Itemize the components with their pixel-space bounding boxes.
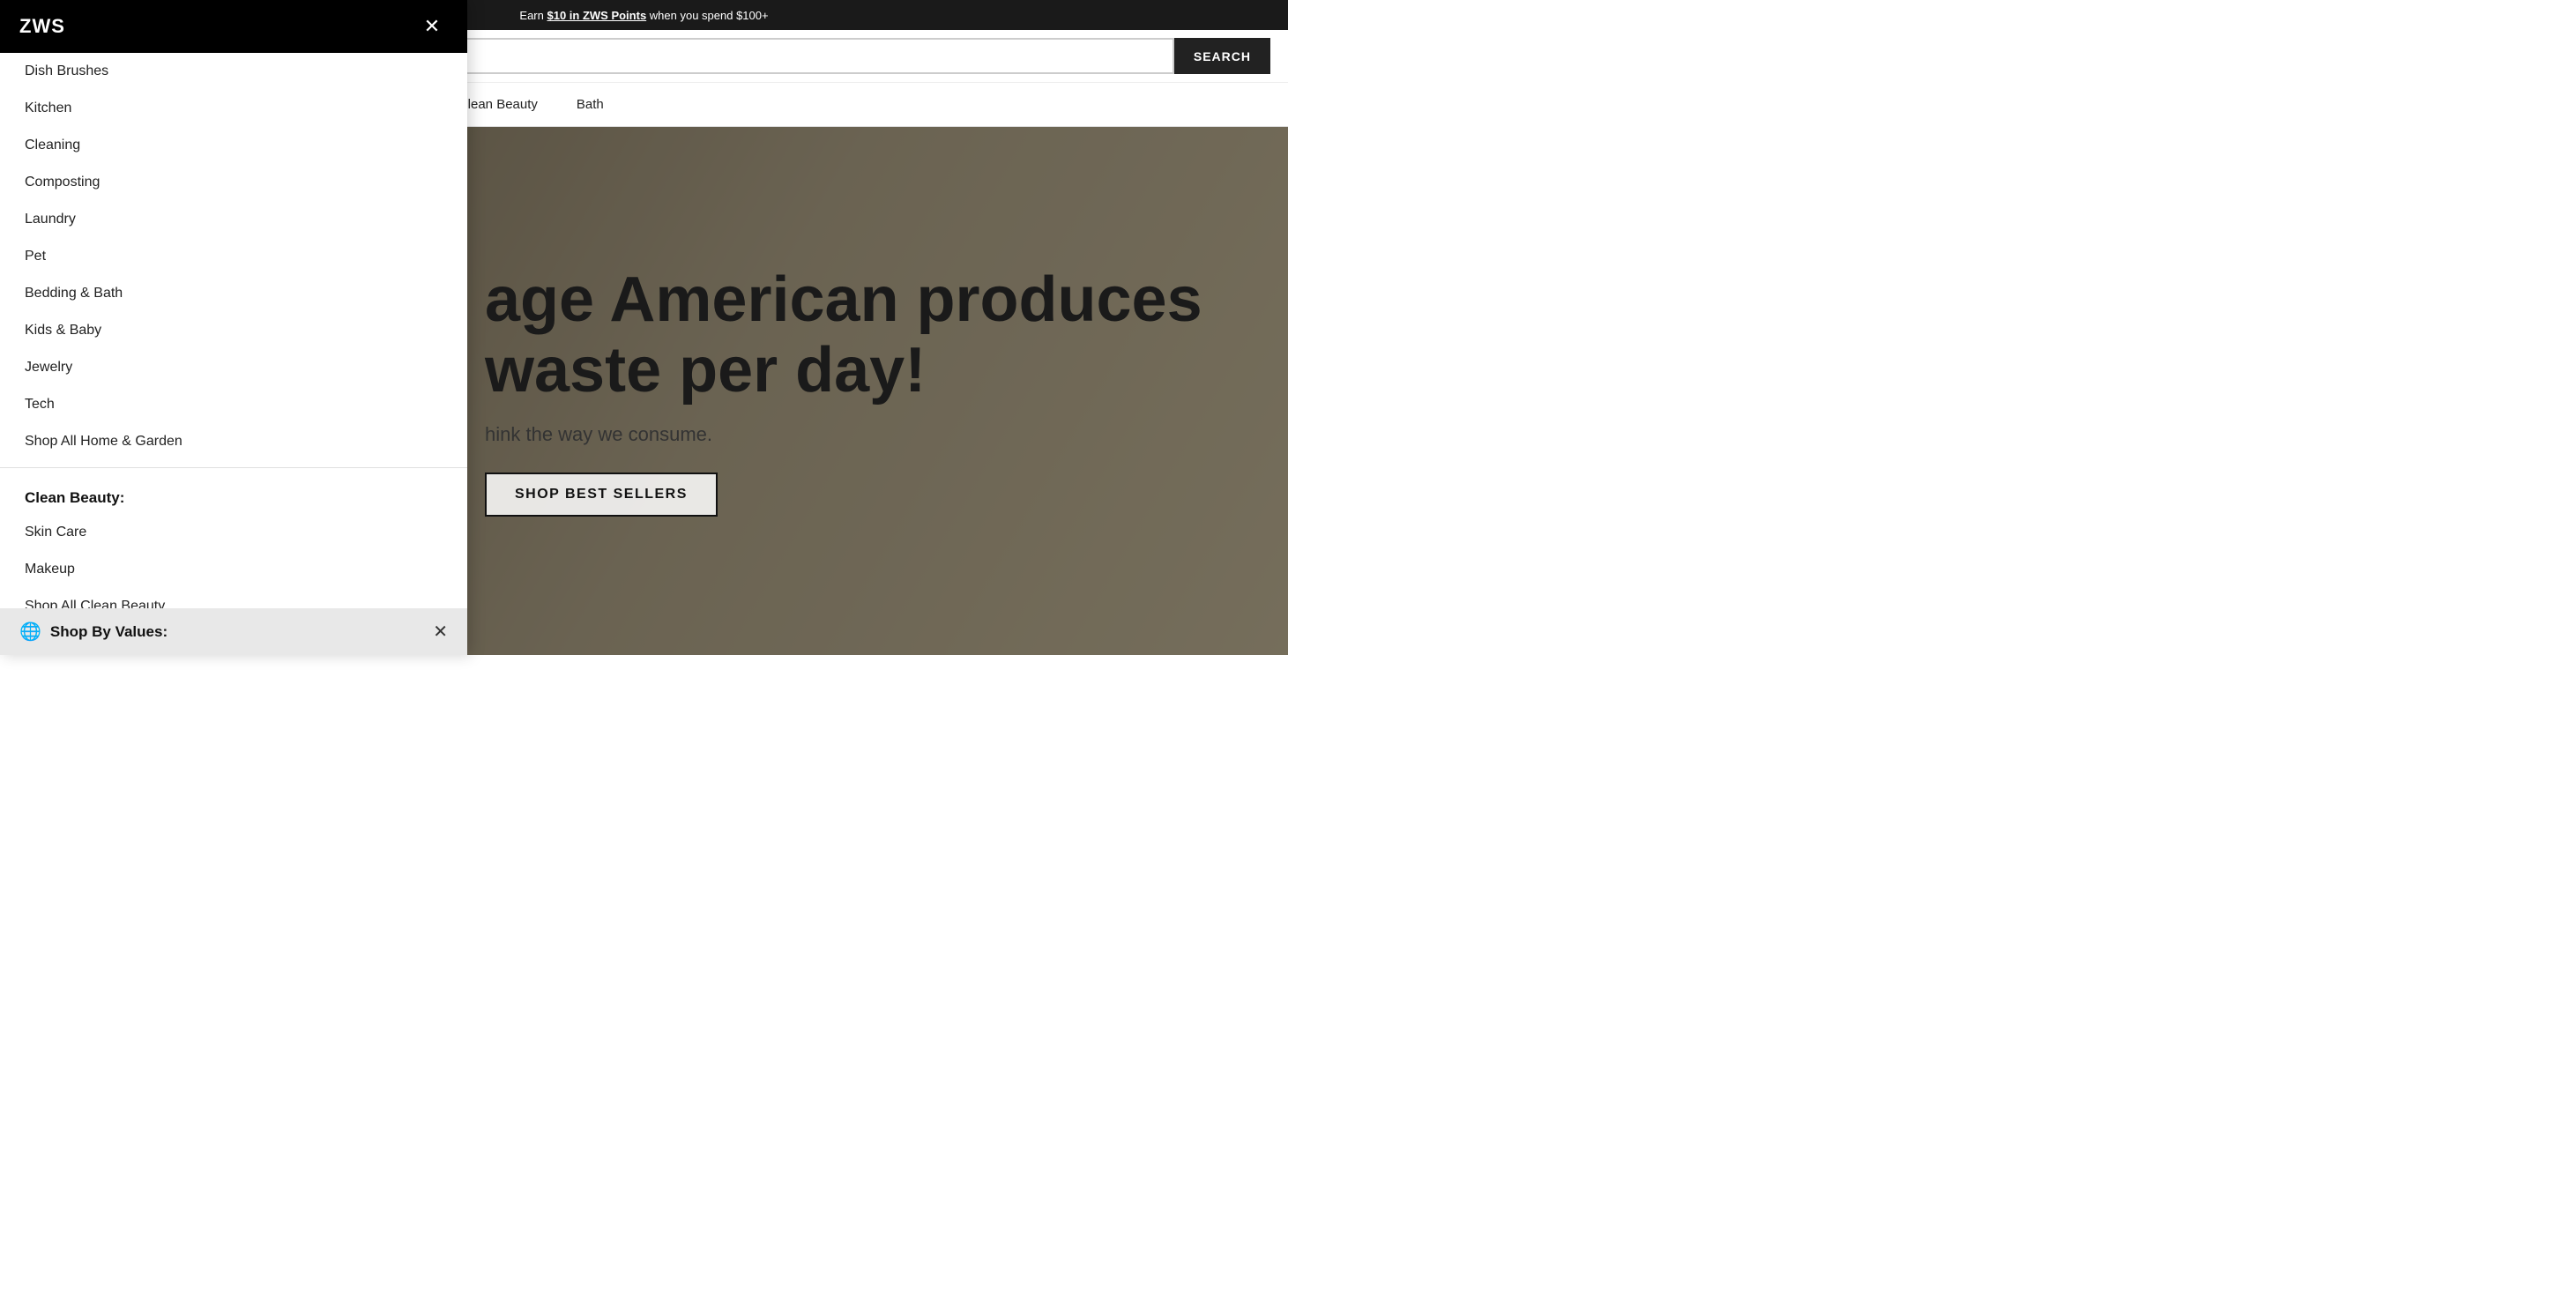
shop-by-values-close-button[interactable]: ✕ bbox=[433, 621, 448, 643]
list-item: Makeup bbox=[0, 551, 467, 588]
list-item: Cleaning bbox=[0, 127, 467, 164]
list-item: Tech bbox=[0, 386, 467, 423]
sidebar-logo: ZWS bbox=[19, 15, 65, 38]
sidebar-item-composting[interactable]: Composting bbox=[0, 164, 467, 201]
list-item: Shop All Home & Garden bbox=[0, 423, 467, 460]
sidebar-item-kids-baby[interactable]: Kids & Baby bbox=[0, 312, 467, 349]
sidebar-item-makeup[interactable]: Makeup bbox=[0, 551, 467, 588]
list-item: Skin Care bbox=[0, 514, 467, 551]
sidebar-home-garden-list: Dish Brushes Kitchen Cleaning Composting… bbox=[0, 53, 467, 460]
sidebar-item-bedding-bath[interactable]: Bedding & Bath bbox=[0, 275, 467, 312]
sidebar-item-jewelry[interactable]: Jewelry bbox=[0, 349, 467, 386]
hero-title: age American produces waste per day! bbox=[485, 265, 1202, 405]
sidebar-header: ZWS ✕ bbox=[0, 0, 467, 53]
list-item: Kids & Baby bbox=[0, 312, 467, 349]
nav-item-bath[interactable]: Bath bbox=[557, 83, 623, 126]
sidebar-item-pet[interactable]: Pet bbox=[0, 238, 467, 275]
sidebar-item-tech[interactable]: Tech bbox=[0, 386, 467, 423]
announcement-text: Earn $10 in ZWS Points when you spend $1… bbox=[519, 9, 768, 22]
list-item: Kitchen bbox=[0, 90, 467, 127]
globe-icon: 🌐 bbox=[19, 621, 41, 643]
sidebar-item-laundry[interactable]: Laundry bbox=[0, 201, 467, 238]
list-item: Dish Brushes bbox=[0, 53, 467, 90]
sidebar-item-cleaning[interactable]: Cleaning bbox=[0, 127, 467, 164]
list-item: Composting bbox=[0, 164, 467, 201]
sidebar-divider bbox=[0, 467, 467, 468]
sidebar-item-kitchen[interactable]: Kitchen bbox=[0, 90, 467, 127]
shop-by-values-left: 🌐 Shop By Values: bbox=[19, 621, 168, 643]
sidebar-close-button[interactable]: ✕ bbox=[416, 11, 448, 42]
search-button[interactable]: SEARCH bbox=[1174, 38, 1270, 74]
shop-by-values-label: Shop By Values: bbox=[50, 623, 168, 641]
sidebar-drawer: ZWS ✕ Dish Brushes Kitchen Cleaning Comp… bbox=[0, 0, 467, 655]
list-item: Pet bbox=[0, 238, 467, 275]
shop-by-values-bar[interactable]: 🌐 Shop By Values: ✕ bbox=[0, 608, 467, 655]
announcement-link[interactable]: $10 in ZWS Points bbox=[547, 9, 646, 22]
sidebar-clean-beauty-label: Clean Beauty: bbox=[0, 475, 467, 514]
list-item: Bedding & Bath bbox=[0, 275, 467, 312]
list-item: Jewelry bbox=[0, 349, 467, 386]
hero-cta-button[interactable]: SHOP BEST SELLERS bbox=[485, 473, 718, 517]
list-item: Laundry bbox=[0, 201, 467, 238]
sidebar-item-dish-brushes[interactable]: Dish Brushes bbox=[0, 53, 467, 90]
sidebar-item-skin-care[interactable]: Skin Care bbox=[0, 514, 467, 551]
hero-subtitle: hink the way we consume. bbox=[485, 423, 1202, 446]
sidebar-item-shop-all-home-garden[interactable]: Shop All Home & Garden bbox=[0, 423, 467, 460]
